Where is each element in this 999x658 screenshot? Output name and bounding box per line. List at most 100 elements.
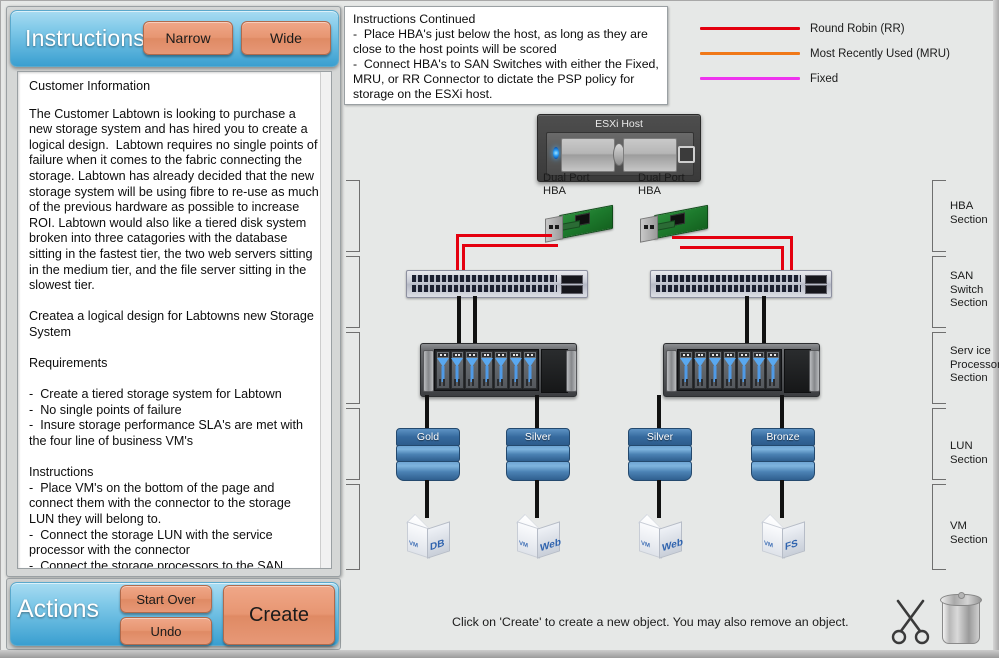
create-button[interactable]: Create <box>223 585 335 645</box>
bracket-san-left <box>346 256 360 328</box>
lun-bronze[interactable]: Bronze <box>751 428 815 481</box>
san-switch-2[interactable] <box>650 270 832 298</box>
fibre-cable-hba1-b-drop <box>462 244 465 272</box>
section-label-vm: VM Section <box>950 520 988 546</box>
power-led-icon <box>553 147 559 159</box>
bracket-san-right <box>932 256 946 328</box>
lun-platter <box>506 445 570 462</box>
lun-platter <box>628 445 692 462</box>
instructions-continued-text: Instructions Continued - Place HBA's jus… <box>353 12 659 101</box>
sp-drive <box>693 351 708 389</box>
canvas-hint-text: Click on 'Create' to create a new object… <box>452 615 849 629</box>
wire-switch1-sp1-b <box>473 296 477 344</box>
wire-switch1-sp1-a <box>457 296 461 344</box>
sp-right-rail-icon <box>809 350 820 392</box>
bracket-hba-left <box>346 180 360 252</box>
instructions-text: The Customer Labtown is looking to purch… <box>29 106 319 569</box>
sp-blank-panel-icon <box>784 349 811 393</box>
esxi-drive-bay-1 <box>561 138 615 172</box>
vm-db[interactable]: VM DB <box>405 513 450 560</box>
vm-web-2[interactable]: VM Web <box>637 513 683 560</box>
lun-platter <box>396 461 460 481</box>
vm-fs[interactable]: VM FS <box>760 513 805 560</box>
service-processor-1[interactable] <box>420 343 577 397</box>
trash-icon[interactable] <box>940 592 982 644</box>
start-over-button[interactable]: Start Over <box>120 585 212 613</box>
bracket-vm-right <box>932 484 946 570</box>
hba-bracket-icon <box>640 215 658 243</box>
hba-card-1[interactable]: Dual Port HBA <box>543 172 613 243</box>
hba-port-b-icon <box>555 225 559 229</box>
lun-gold[interactable]: Gold <box>396 428 460 481</box>
sp-drive <box>450 351 465 389</box>
section-label-lun: LUN Section <box>950 440 988 466</box>
lun-silver-1[interactable]: Silver <box>506 428 570 481</box>
sp-drive-array <box>677 349 782 391</box>
narrow-button[interactable]: Narrow <box>143 21 233 55</box>
undo-button[interactable]: Undo <box>120 617 212 645</box>
switch-uplink-bottom-icon <box>805 285 827 294</box>
legend-line-fixed <box>700 77 800 80</box>
switch-port-row-bottom <box>412 285 557 292</box>
instructions-body[interactable]: Customer Information The Customer Labtow… <box>17 71 332 569</box>
canvas-bottom-edge <box>0 650 999 658</box>
lun-platter <box>506 461 570 481</box>
hba-card-2[interactable]: Dual Port HBA <box>638 172 708 243</box>
hba-card-1-label: Dual Port HBA <box>543 172 590 197</box>
legend-label-mru: Most Recently Used (MRU) <box>810 47 950 60</box>
lun-header: Silver <box>628 428 692 446</box>
legend-item-fixed: Fixed <box>700 66 950 91</box>
wire-lun-gold-vm-db <box>425 480 429 518</box>
trash-knob <box>958 592 965 599</box>
fibre-cable-hba1-a <box>456 234 552 237</box>
switch-uplink-top-icon <box>561 275 583 284</box>
fibre-cable-hba2-b-drop <box>781 246 784 272</box>
instructions-scrollbar[interactable] <box>320 72 331 568</box>
lun-platter <box>396 445 460 462</box>
lun-tier-label: Bronze <box>766 431 800 443</box>
hba-port-a-icon <box>644 225 648 229</box>
switch-port-row-top <box>656 275 801 282</box>
switch-uplink-bottom-icon <box>561 285 583 294</box>
sp-drive <box>465 351 479 389</box>
sp-drive <box>436 351 450 389</box>
wire-switch2-sp2-b <box>762 296 766 344</box>
bracket-vm-left <box>346 484 360 570</box>
san-switch-1[interactable] <box>406 270 588 298</box>
canvas-right-edge <box>993 0 999 658</box>
sp-drive <box>766 351 781 389</box>
sp-drive <box>722 351 737 389</box>
scissors-icon[interactable] <box>890 598 932 646</box>
switch-uplink-top-icon <box>805 275 827 284</box>
wire-sp2-lun-silver2 <box>657 395 661 428</box>
service-processor-2[interactable] <box>663 343 820 397</box>
wire-sp1-lun-silver1 <box>535 395 539 428</box>
fibre-cable-hba2-a-drop <box>790 236 793 272</box>
lun-header: Gold <box>396 428 460 446</box>
sp-drive <box>708 351 722 389</box>
instructions-continued-box: Instructions Continued - Place HBA's jus… <box>344 6 668 105</box>
legend-line-mru <box>700 52 800 55</box>
legend-label-fixed: Fixed <box>810 72 839 85</box>
esxi-power-button-icon <box>678 146 695 163</box>
sp-drive <box>751 351 766 389</box>
bracket-lun-right <box>932 408 946 480</box>
connector-legend: Round Robin (RR) Most Recently Used (MRU… <box>700 16 950 91</box>
sp-drive <box>508 351 523 389</box>
wire-lun-bronze-vm-fs <box>780 480 784 518</box>
trash-body <box>942 600 980 644</box>
esxi-host-label: ESXi Host <box>595 118 643 130</box>
wide-button[interactable]: Wide <box>241 21 331 55</box>
hba-port-b-icon <box>650 225 654 229</box>
lun-platter <box>751 445 815 462</box>
instructions-panel: Instructions Narrow Wide Customer Inform… <box>6 6 341 577</box>
sp-right-rail-icon <box>566 350 577 392</box>
wire-switch2-sp2-a <box>745 296 749 344</box>
legend-item-rr: Round Robin (RR) <box>700 16 950 41</box>
sp-left-rail-icon <box>423 350 434 392</box>
switch-port-row-bottom <box>656 285 801 292</box>
lun-silver-2[interactable]: Silver <box>628 428 692 481</box>
sp-left-rail-icon <box>666 350 677 392</box>
vm-web-1[interactable]: VM Web <box>515 513 561 560</box>
bracket-sp-right <box>932 332 946 404</box>
